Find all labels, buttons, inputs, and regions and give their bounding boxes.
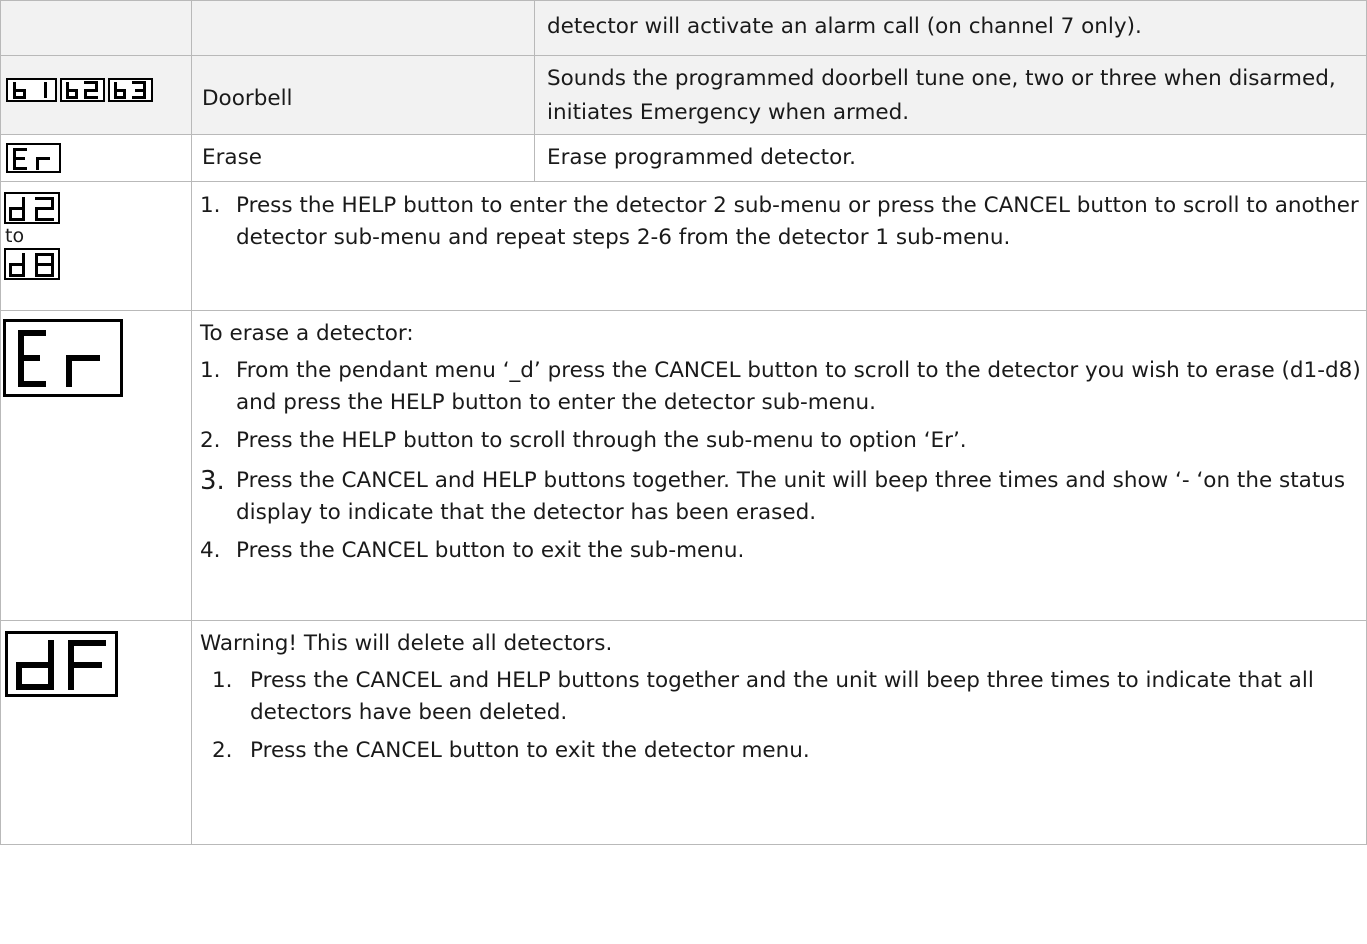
- seven-segment-d8-icon: [4, 248, 60, 280]
- list-item: 1. Press the CANCEL and HELP buttons tog…: [192, 665, 1366, 729]
- step-number: 3.: [200, 466, 225, 496]
- name-cell: [191, 0, 535, 56]
- table-row: To erase a detector: 1. From the pendant…: [0, 310, 1367, 621]
- description-text: Sounds the programmed doorbell tune one,…: [547, 66, 1336, 125]
- step-number: 4.: [200, 538, 221, 563]
- display-cell: [0, 0, 192, 56]
- steps-list: 1. Press the CANCEL and HELP buttons tog…: [192, 661, 1366, 767]
- name-cell: Erase: [191, 134, 535, 182]
- seven-segment-d2-icon: [4, 192, 60, 224]
- detector-type-name: Doorbell: [202, 86, 293, 111]
- step-number: 2.: [200, 428, 221, 453]
- step-text: Press the HELP button to enter the detec…: [236, 193, 1359, 250]
- steps-list: 1. Press the HELP button to enter the de…: [192, 182, 1366, 254]
- description-cell: Erase programmed detector.: [534, 134, 1367, 182]
- table-row: Doorbell Sounds the programmed doorbell …: [0, 55, 1367, 135]
- step-text: Press the CANCEL button to exit the sub-…: [236, 538, 745, 563]
- steps-list: 1. From the pendant menu ‘_d’ press the …: [192, 351, 1366, 567]
- step-text: Press the CANCEL and HELP buttons togeth…: [236, 468, 1346, 525]
- description-text: detector will activate an alarm call (on…: [547, 14, 1142, 39]
- seven-segment-er-icon: [3, 319, 123, 397]
- display-cell: [0, 310, 192, 621]
- seven-segment-b2-icon: [60, 78, 105, 102]
- warning-text: Warning! This will delete all detectors.: [200, 631, 613, 656]
- instructions-cell: To erase a detector: 1. From the pendant…: [191, 310, 1367, 621]
- list-item: 2. Press the HELP button to scroll throu…: [192, 425, 1366, 457]
- step-number: 2.: [212, 738, 233, 763]
- seven-segment-b3-icon: [108, 78, 153, 102]
- table-row: Warning! This will delete all detectors.…: [0, 620, 1367, 845]
- name-cell: Doorbell: [191, 55, 535, 135]
- instructions-cell: Warning! This will delete all detectors.…: [191, 620, 1367, 845]
- description-cell: Sounds the programmed doorbell tune one,…: [534, 55, 1367, 135]
- detector-type-name: Erase: [202, 145, 263, 170]
- list-item: 3. Press the CANCEL and HELP buttons tog…: [192, 465, 1366, 529]
- description-text: Erase programmed detector.: [547, 145, 856, 170]
- step-number: 1.: [200, 193, 221, 218]
- detector-menu-table: detector will activate an alarm call (on…: [0, 0, 1367, 845]
- step-text: Press the CANCEL button to exit the dete…: [250, 738, 810, 763]
- table-row: detector will activate an alarm call (on…: [0, 0, 1367, 56]
- seven-segment-er-icon: [6, 143, 61, 173]
- seven-segment-df-icon: [5, 631, 118, 697]
- list-item: 1. Press the HELP button to enter the de…: [192, 190, 1366, 254]
- description-cell: detector will activate an alarm call (on…: [534, 0, 1367, 56]
- step-number: 1.: [200, 358, 221, 383]
- list-item: 4. Press the CANCEL button to exit the s…: [192, 535, 1366, 567]
- seven-segment-b1-icon: [6, 78, 57, 102]
- section-intro: To erase a detector:: [200, 321, 414, 346]
- list-item: 2. Press the CANCEL button to exit the d…: [192, 735, 1366, 767]
- display-cell: [0, 620, 192, 845]
- step-number: 1.: [212, 668, 233, 693]
- instructions-cell: 1. Press the HELP button to enter the de…: [191, 181, 1367, 311]
- display-cell: [0, 55, 192, 135]
- list-item: 1. From the pendant menu ‘_d’ press the …: [192, 355, 1366, 419]
- table-row: to 1. Press the HELP button to enter the…: [0, 181, 1367, 311]
- display-cell: to: [0, 181, 192, 311]
- step-text: Press the CANCEL and HELP buttons togeth…: [250, 668, 1314, 725]
- table-row: Erase Erase programmed detector.: [0, 134, 1367, 182]
- display-cell: [0, 134, 192, 182]
- range-word: to: [5, 225, 25, 247]
- step-text: From the pendant menu ‘_d’ press the CAN…: [236, 358, 1361, 415]
- step-text: Press the HELP button to scroll through …: [236, 428, 967, 453]
